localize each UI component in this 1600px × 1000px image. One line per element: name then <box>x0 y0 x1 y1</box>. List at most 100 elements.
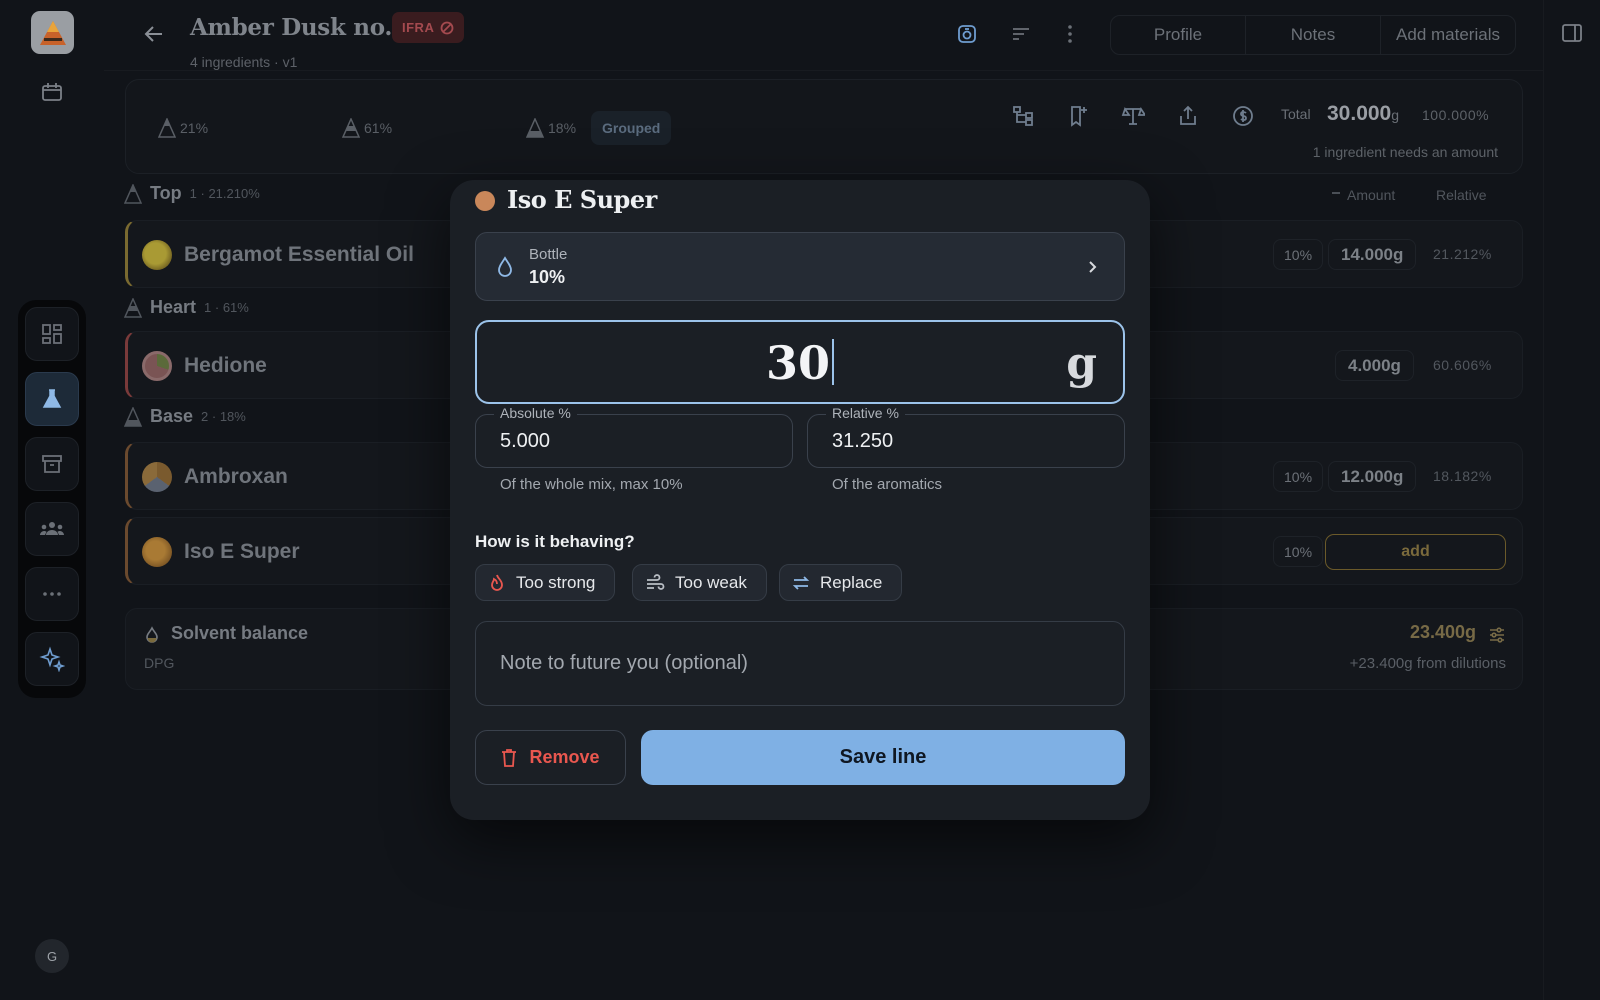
top-note-pct: 21% <box>180 120 209 136</box>
back-arrow-icon[interactable] <box>142 22 166 46</box>
people-icon <box>40 522 64 535</box>
absolute-percent-value: 5.000 <box>500 430 551 452</box>
nav-formulas[interactable] <box>25 372 79 426</box>
formula-subtitle: 4 ingredients · v1 <box>190 54 298 70</box>
group-top-name: Top <box>150 183 182 203</box>
nav-ai-assistant[interactable] <box>25 632 79 686</box>
more-horizontal-icon <box>43 592 61 596</box>
amount-input-value-wrap: 30 <box>477 336 1123 390</box>
note-textarea[interactable]: Note to future you (optional) <box>475 621 1125 706</box>
save-line-button[interactable]: Save line <box>641 730 1125 785</box>
group-base-label: Base 2 · 18% <box>124 406 246 427</box>
bottle-label: Bottle <box>529 246 568 263</box>
tab-add-materials[interactable]: Add materials <box>1381 16 1515 54</box>
droplet-icon <box>498 256 512 277</box>
nav-community[interactable] <box>25 502 79 556</box>
amount-unit: g <box>1066 338 1097 389</box>
pyramid-heart-icon <box>342 118 360 138</box>
nav-dock <box>18 300 86 698</box>
side-panel-icon[interactable] <box>1561 22 1583 44</box>
app-logo[interactable] <box>31 11 74 54</box>
logo-icon <box>39 20 66 45</box>
pyramid-top-icon <box>158 118 176 138</box>
share-icon[interactable] <box>1176 104 1200 128</box>
user-avatar[interactable]: G <box>35 939 69 973</box>
heart-note-stat: 61% <box>342 118 392 138</box>
ifra-badge[interactable]: IFRA <box>392 12 465 43</box>
right-divider <box>1543 0 1544 1000</box>
nav-more[interactable] <box>25 567 79 621</box>
dilution-chip[interactable]: 10% <box>1273 239 1324 270</box>
remove-button[interactable]: Remove <box>475 730 626 785</box>
calendar-icon[interactable] <box>40 80 64 104</box>
text-caret <box>832 339 834 385</box>
solvent-amount: 23.400g <box>1409 622 1476 642</box>
too-weak-button[interactable]: Too weak <box>632 564 767 601</box>
swap-icon <box>792 575 810 590</box>
sliders-icon[interactable] <box>1488 626 1506 644</box>
ingredient-name: Iso E Super <box>184 540 300 563</box>
total-value: 30.000g <box>1327 102 1399 126</box>
more-vertical-icon[interactable] <box>1058 22 1082 46</box>
amount-value[interactable]: 4.000g <box>1335 350 1414 381</box>
ifra-badge-label: IFRA <box>402 20 435 35</box>
ingredient-color-dot <box>142 240 172 270</box>
bottle-view-icon[interactable] <box>955 22 979 46</box>
total-label: Total <box>1281 106 1311 122</box>
solvent-label: Solvent balance <box>171 623 309 643</box>
tab-notes[interactable]: Notes <box>1246 16 1381 54</box>
amount-input-value: 30 <box>765 336 830 390</box>
add-amount-button[interactable]: add <box>1325 534 1506 570</box>
absolute-percent-field[interactable]: Absolute % 5.000 <box>475 405 793 468</box>
dilution-chip[interactable]: 10% <box>1273 536 1324 567</box>
needs-amount-notice: 1 ingredient needs an amount <box>1312 144 1498 160</box>
bottle-value: 10% <box>529 267 566 287</box>
heart-note-pct: 61% <box>364 120 393 136</box>
nav-dashboard[interactable] <box>25 307 79 361</box>
amount-column-header[interactable]: Amount <box>1331 187 1395 203</box>
nav-archive[interactable] <box>25 437 79 491</box>
amount-value[interactable]: 12.000g <box>1328 461 1417 492</box>
scale-icon[interactable] <box>1121 104 1145 128</box>
group-heart-meta: 1 · 61% <box>204 300 249 315</box>
sort-icon[interactable] <box>1009 22 1033 46</box>
absolute-percent-help: Of the whole mix, max 10% <box>500 476 683 493</box>
solvent-dilution-note: +23.400g from dilutions <box>1349 655 1506 672</box>
too-strong-button[interactable]: Too strong <box>475 564 616 601</box>
edit-line-modal: Iso E Super Bottle 10% 30 g Absolute % 5… <box>450 180 1150 820</box>
archive-icon <box>42 455 62 473</box>
amount-value[interactable]: 14.000g <box>1328 239 1417 270</box>
group-heart-label: Heart 1 · 61% <box>124 297 249 318</box>
bottle-selector[interactable]: Bottle 10% <box>475 232 1125 301</box>
bookmark-add-icon[interactable] <box>1066 104 1090 128</box>
amount-input[interactable]: 30 g <box>475 320 1125 404</box>
relative-percent-field[interactable]: Relative % 31.250 <box>807 405 1125 468</box>
ingredient-name: Hedione <box>184 354 267 377</box>
base-note-pct: 18% <box>548 120 577 136</box>
dilution-chip[interactable]: 10% <box>1273 461 1324 492</box>
dashboard-icon <box>42 324 62 344</box>
flame-icon <box>491 574 503 591</box>
too-weak-label: Too weak <box>675 572 747 592</box>
relative-percent-value: 31.250 <box>832 430 894 452</box>
amount-column-label: Amount <box>1347 187 1396 203</box>
flask-icon <box>42 389 62 408</box>
replace-button[interactable]: Replace <box>779 564 903 601</box>
relative-value: 60.606% <box>1433 357 1492 373</box>
ingredient-color-dot <box>142 537 172 567</box>
relative-column-header[interactable]: Relative <box>1436 187 1487 203</box>
grouped-toggle[interactable]: Grouped <box>591 111 672 145</box>
total-amount: 30.000 <box>1327 102 1392 125</box>
modal-title: Iso E Super <box>507 185 657 214</box>
ingredient-name: Ambroxan <box>184 465 288 488</box>
hierarchy-icon[interactable] <box>1011 104 1035 128</box>
solvent-name: DPG <box>144 655 175 671</box>
total-percent: 100.000% <box>1422 107 1490 123</box>
formula-title: Amber Dusk no. 1 <box>190 14 416 41</box>
tab-profile[interactable]: Profile <box>1111 16 1246 54</box>
base-note-stat: 18% <box>526 118 576 138</box>
droplet-icon <box>146 626 158 643</box>
cost-icon[interactable] <box>1231 104 1255 128</box>
minus-icon <box>1332 192 1340 194</box>
prohibited-icon <box>440 21 454 34</box>
